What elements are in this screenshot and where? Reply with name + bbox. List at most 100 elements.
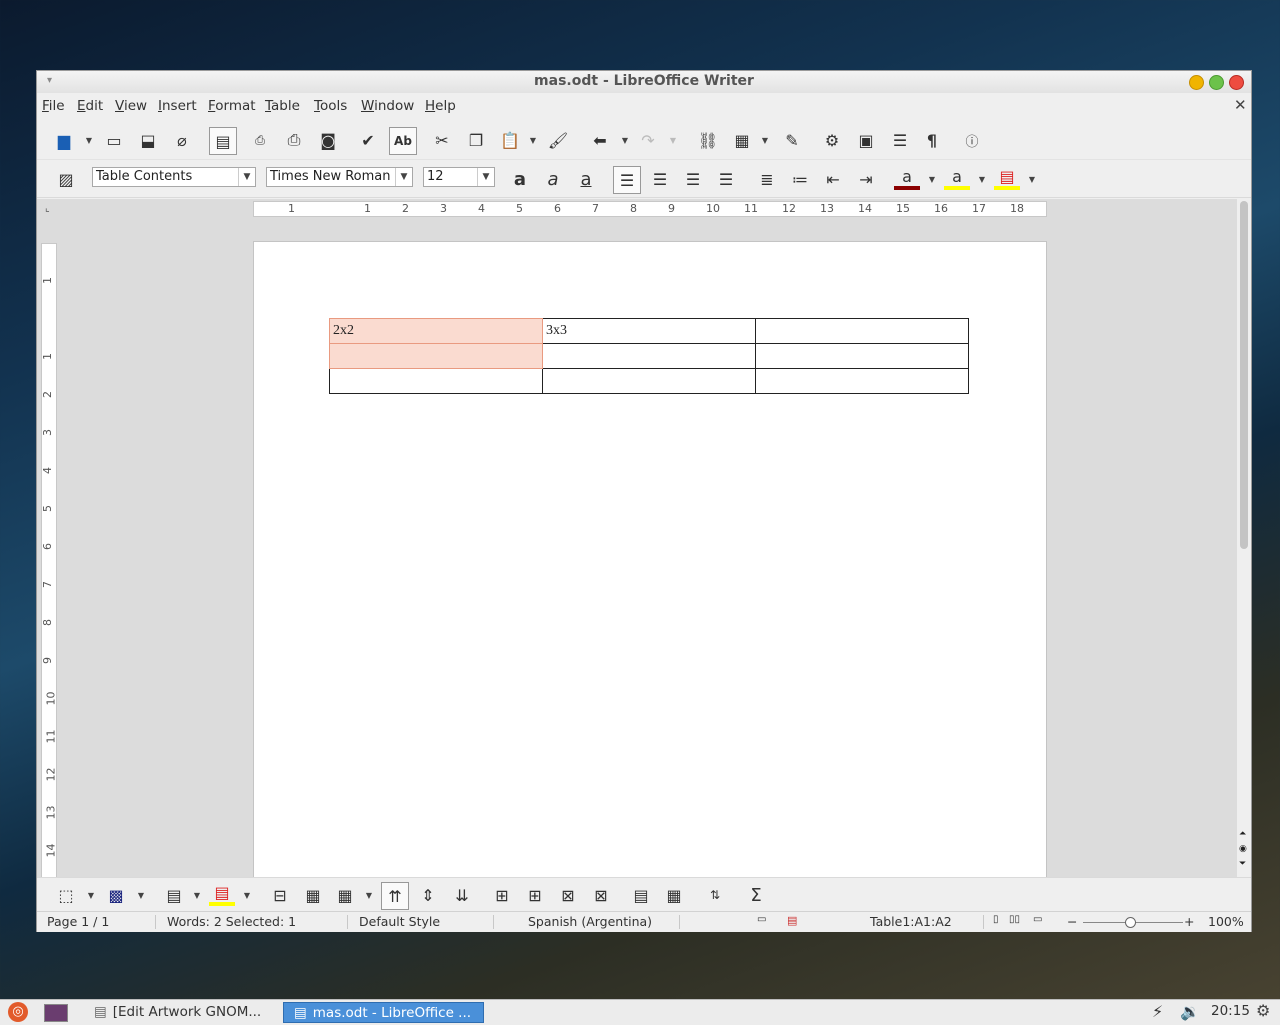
new-dropdown-icon[interactable]: ▼ xyxy=(85,127,93,153)
increase-indent-icon[interactable]: ⇥ xyxy=(853,166,879,192)
window-menu-icon[interactable]: ▾ xyxy=(47,71,52,91)
language-indicator[interactable]: Spanish (Argentina) xyxy=(528,914,652,929)
align-left-icon[interactable]: ☰ xyxy=(613,166,641,194)
volume-icon[interactable]: 🔉 xyxy=(1180,1002,1200,1021)
page-indicator[interactable]: Page 1 / 1 xyxy=(47,914,109,929)
menu-help[interactable]: Help xyxy=(425,98,456,114)
background-color-icon[interactable]: ▤ xyxy=(994,166,1020,190)
menu-file[interactable]: File xyxy=(42,98,65,114)
font-size-combo[interactable]: 12 ▼ xyxy=(423,167,495,187)
book-view-icon[interactable]: ▭ xyxy=(1033,914,1042,925)
menu-format[interactable]: Format xyxy=(208,98,256,114)
table-cell[interactable] xyxy=(755,343,969,369)
bullet-list-icon[interactable]: ≔ xyxy=(787,166,813,192)
sum-icon[interactable]: Σ xyxy=(743,882,769,908)
print-icon[interactable]: ⎙ xyxy=(281,127,307,153)
menu-view[interactable]: View xyxy=(115,98,147,114)
previous-page-icon[interactable]: ⏶ xyxy=(1239,829,1246,839)
close-button[interactable] xyxy=(1229,75,1244,90)
optimize-dropdown-icon[interactable]: ▼ xyxy=(365,882,373,908)
next-page-icon[interactable]: ⏷ xyxy=(1239,859,1246,869)
bold-icon[interactable]: a xyxy=(507,166,533,192)
border-style-dropdown-icon[interactable]: ▼ xyxy=(137,882,145,908)
maximize-button[interactable] xyxy=(1209,75,1224,90)
insert-image-icon[interactable]: ▣ xyxy=(853,127,879,153)
hyperlink-icon[interactable]: ⛓ xyxy=(695,127,721,153)
insert-table-icon[interactable]: ▦ xyxy=(729,127,755,153)
horizontal-ruler[interactable]: 1 1 2 3 4 5 6 7 8 9 10 11 12 13 14 15 16 17 18 xyxy=(253,201,1047,217)
menu-table[interactable]: Table xyxy=(265,98,300,114)
zoom-slider-handle[interactable] xyxy=(1125,917,1136,928)
insert-mode-icon[interactable]: ▭ xyxy=(757,914,766,925)
vertical-scrollbar[interactable]: ⏶ ◉ ⏷ xyxy=(1237,199,1251,877)
table-background-icon[interactable]: ▤ xyxy=(209,882,235,906)
minimize-button[interactable] xyxy=(1189,75,1204,90)
table-cell[interactable] xyxy=(329,343,543,369)
paragraph-style-combo[interactable]: Table Contents ▼ xyxy=(92,167,256,187)
table-background-dropdown-icon[interactable]: ▼ xyxy=(243,882,251,908)
paste-dropdown-icon[interactable]: ▼ xyxy=(529,127,537,153)
decrease-indent-icon[interactable]: ⇤ xyxy=(820,166,846,192)
scrollbar-thumb[interactable] xyxy=(1240,201,1248,549)
close-document-icon[interactable]: ✕ xyxy=(1234,96,1247,114)
underline-icon[interactable]: a xyxy=(573,166,599,192)
borders-dropdown-icon[interactable]: ▼ xyxy=(87,882,95,908)
table-cell[interactable] xyxy=(329,368,543,394)
insert-columns-icon[interactable]: ⊞ xyxy=(522,882,548,908)
sort-icon[interactable]: ⇅ xyxy=(702,882,728,908)
tab-stop-icon[interactable]: ⌞ xyxy=(45,203,50,214)
undo-icon[interactable]: ⬅ xyxy=(587,127,613,153)
cut-icon[interactable]: ✂ xyxy=(429,127,455,153)
show-desktop-icon[interactable] xyxy=(44,1004,68,1022)
zoom-level[interactable]: 100% xyxy=(1208,914,1244,929)
background-dropdown-icon[interactable]: ▼ xyxy=(1028,166,1036,192)
print-preview-icon[interactable]: ◙ xyxy=(315,127,341,153)
document-area[interactable]: ⌞ 1 1 2 3 4 5 6 7 8 9 10 11 12 13 14 15 16 17 18 112345678… xyxy=(37,199,1237,877)
font-color-dropdown-icon[interactable]: ▼ xyxy=(928,166,936,192)
edit-mode-icon[interactable]: ▤ xyxy=(209,127,237,155)
menu-tools[interactable]: Tools xyxy=(314,98,347,114)
chevron-down-icon[interactable]: ▼ xyxy=(238,168,255,186)
table-cell[interactable] xyxy=(542,343,756,369)
insert-rows-above-icon[interactable]: ⊞ xyxy=(489,882,515,908)
single-page-view-icon[interactable]: ▯ xyxy=(993,914,999,925)
multi-page-view-icon[interactable]: ▯▯ xyxy=(1009,914,1020,925)
numbered-list-icon[interactable]: ≣ xyxy=(754,166,780,192)
page-style[interactable]: Default Style xyxy=(359,914,440,929)
table-cell[interactable] xyxy=(542,368,756,394)
align-top-icon[interactable]: ⇈ xyxy=(381,882,409,910)
word-count[interactable]: Words: 2 Selected: 1 xyxy=(167,914,296,929)
clock[interactable]: 20:15 xyxy=(1211,1003,1250,1019)
align-bottom-icon[interactable]: ⇊ xyxy=(449,882,475,908)
center-vertically-icon[interactable]: ⇕ xyxy=(415,882,441,908)
select-table-icon[interactable]: ▦ xyxy=(661,882,687,908)
delete-columns-icon[interactable]: ⊠ xyxy=(588,882,614,908)
table-dropdown-icon[interactable]: ▼ xyxy=(761,127,769,153)
document-page[interactable]: 2x2 3x3 xyxy=(253,241,1047,877)
undo-dropdown-icon[interactable]: ▼ xyxy=(621,127,629,153)
menu-edit[interactable]: Edit xyxy=(77,98,103,114)
border-style-icon[interactable]: ▩ xyxy=(103,882,129,908)
menu-insert[interactable]: Insert xyxy=(158,98,197,114)
autoformat-icon[interactable]: ▤ xyxy=(161,882,187,908)
clone-formatting-icon[interactable]: 🖌 xyxy=(545,127,571,153)
align-right-icon[interactable]: ☰ xyxy=(680,166,706,192)
network-icon[interactable]: ⚡ xyxy=(1152,1002,1163,1021)
settings-icon[interactable]: ⚙ xyxy=(819,127,845,153)
zoom-out-icon[interactable]: − xyxy=(1067,914,1077,929)
table-cell[interactable]: 3x3 xyxy=(542,318,756,344)
table-cell[interactable] xyxy=(755,368,969,394)
open-icon[interactable]: ▭ xyxy=(101,127,127,153)
navigator-icon[interactable]: ◉ xyxy=(1239,844,1247,854)
highlight-dropdown-icon[interactable]: ▼ xyxy=(978,166,986,192)
save-icon[interactable]: ⬓ xyxy=(135,127,161,153)
italic-icon[interactable]: a xyxy=(540,166,566,192)
formatting-marks-icon[interactable]: ¶ xyxy=(919,127,945,153)
menu-window[interactable]: Window xyxy=(361,98,414,114)
merge-cells-icon[interactable]: ⊟ xyxy=(267,882,293,908)
delete-rows-icon[interactable]: ⊠ xyxy=(555,882,581,908)
signature-icon[interactable]: ▤ xyxy=(787,914,797,927)
export-pdf-icon[interactable]: ⎙ xyxy=(247,127,273,153)
redo-dropdown-icon[interactable]: ▼ xyxy=(669,127,677,153)
font-name-combo[interactable]: Times New Roman ▼ xyxy=(266,167,413,187)
